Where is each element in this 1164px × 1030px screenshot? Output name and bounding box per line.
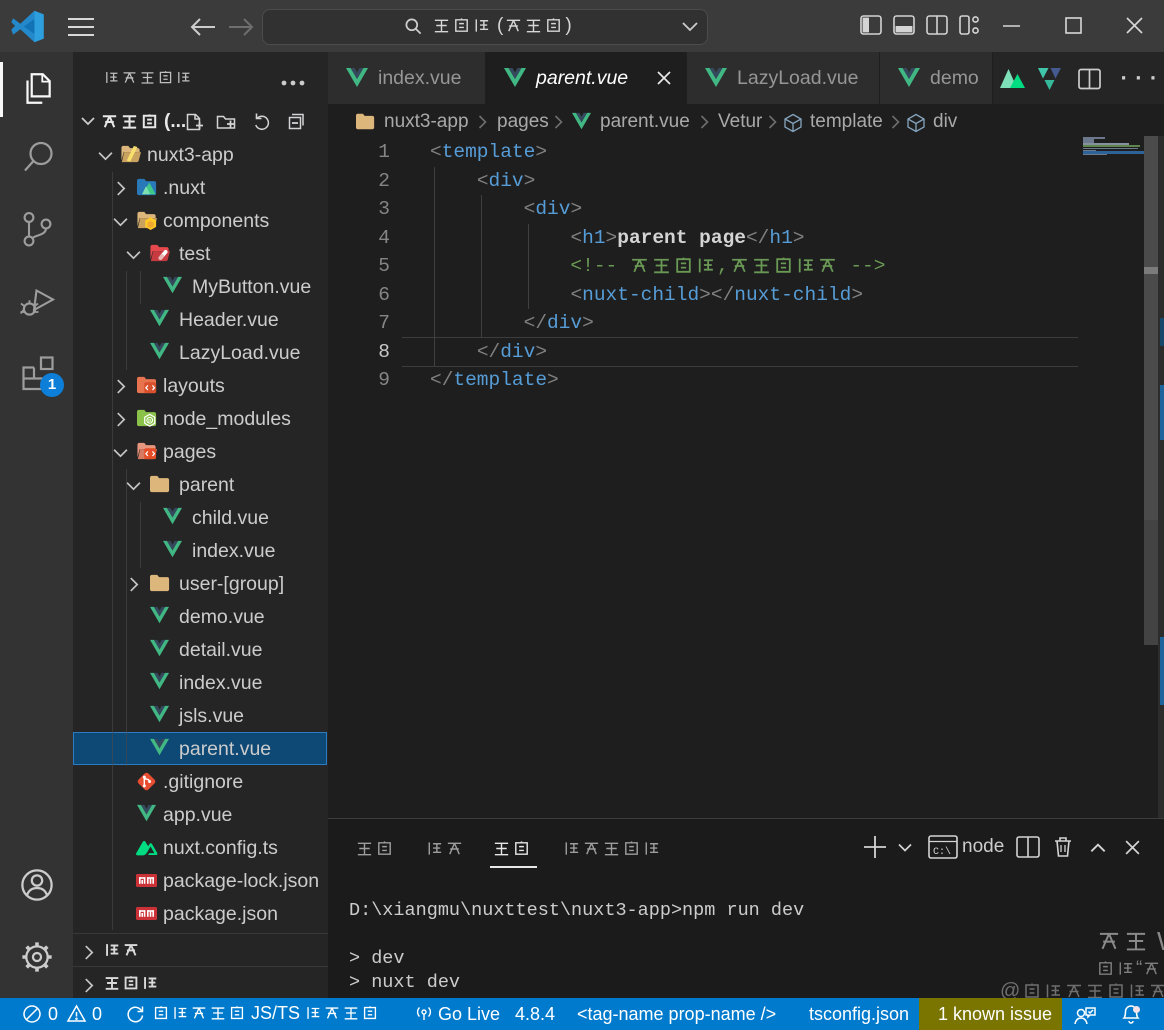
svg-text:C:\: C:\ <box>933 846 951 858</box>
svg-text:js: js <box>147 418 152 424</box>
